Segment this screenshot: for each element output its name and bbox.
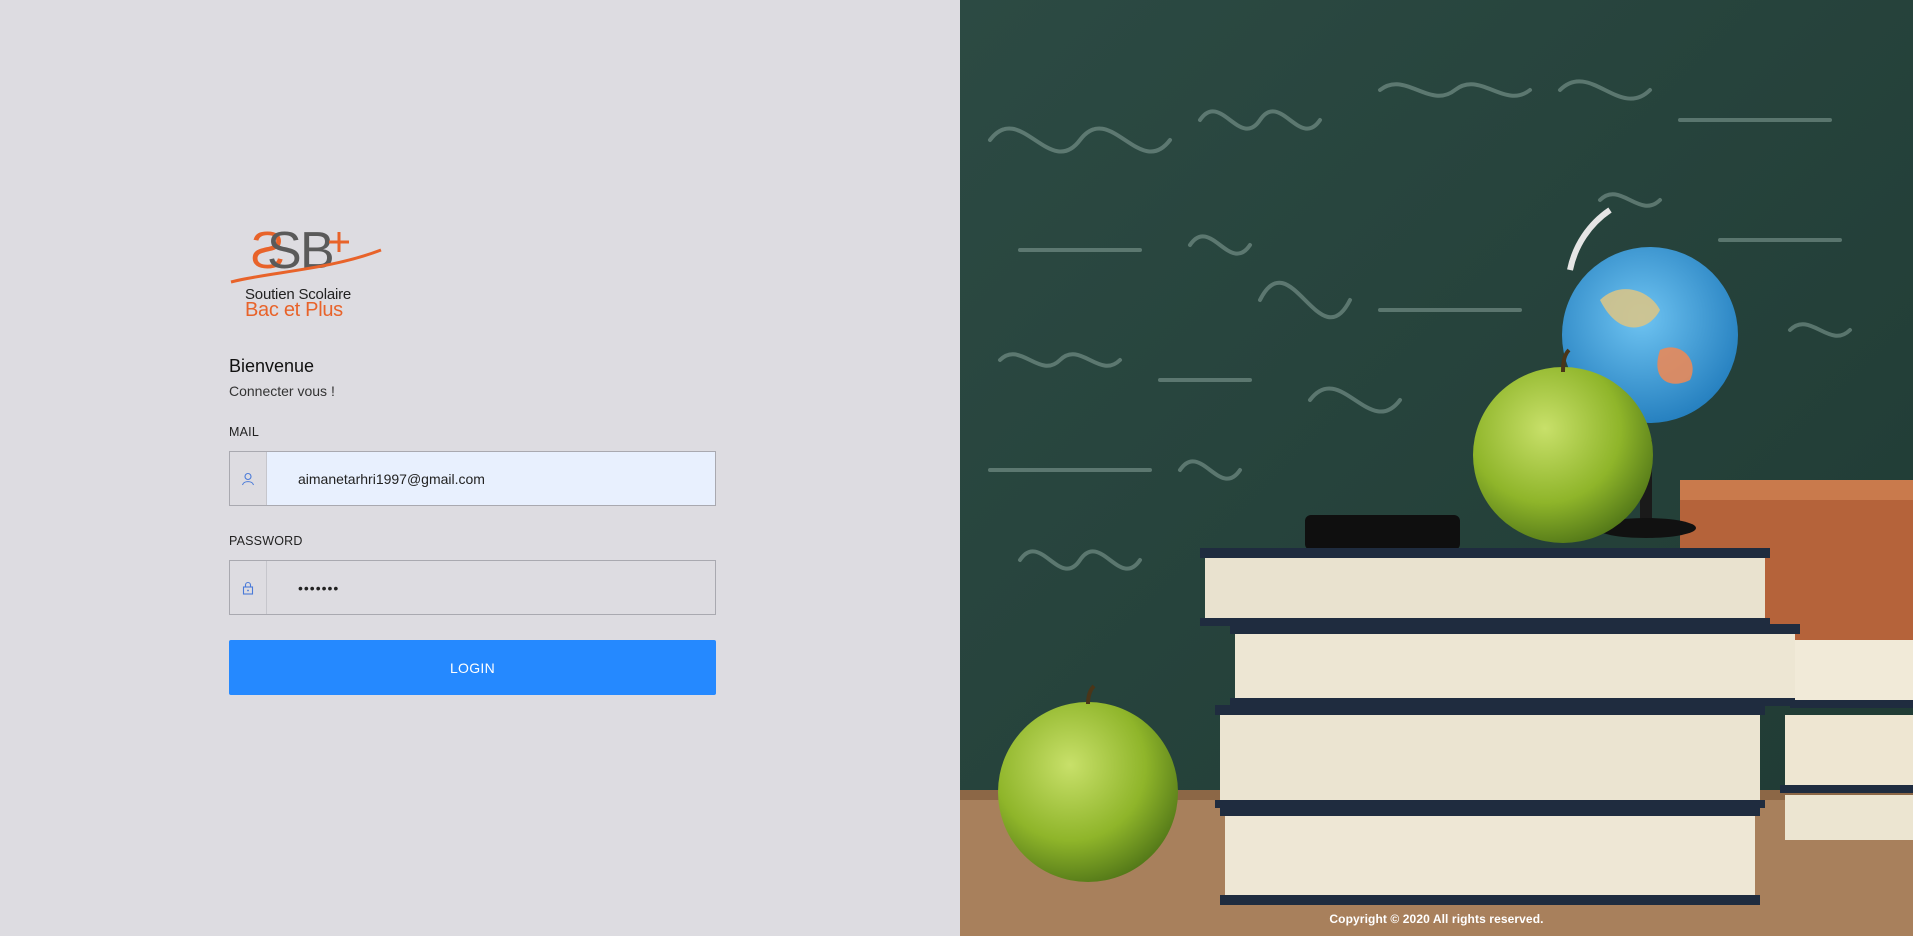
lock-icon	[230, 561, 267, 614]
svg-text:B: B	[300, 222, 335, 280]
welcome-subtitle: Connecter vous !	[229, 383, 335, 399]
logo-line-2: Bac et Plus	[245, 299, 343, 321]
mail-label: MAIL	[229, 425, 259, 439]
login-button[interactable]: LOGIN	[229, 640, 716, 695]
login-panel: S S B Soutien Scolaire Bac et Plus Bienv…	[0, 0, 960, 936]
login-form: S S B Soutien Scolaire Bac et Plus Bienv…	[229, 220, 716, 695]
copyright-text: Copyright © 2020 All rights reserved.	[1329, 912, 1544, 926]
password-field	[229, 560, 716, 615]
password-input[interactable]	[267, 561, 715, 614]
welcome-title: Bienvenue	[229, 356, 315, 376]
hero-image: Copyright © 2020 All rights reserved.	[960, 0, 1913, 936]
mail-field	[229, 451, 716, 506]
classroom-illustration	[960, 0, 1913, 936]
user-icon	[230, 452, 267, 505]
mail-input[interactable]	[267, 452, 715, 505]
brand-logo: S S B Soutien Scolaire Bac et Plus	[229, 220, 389, 325]
password-label: PASSWORD	[229, 534, 303, 548]
